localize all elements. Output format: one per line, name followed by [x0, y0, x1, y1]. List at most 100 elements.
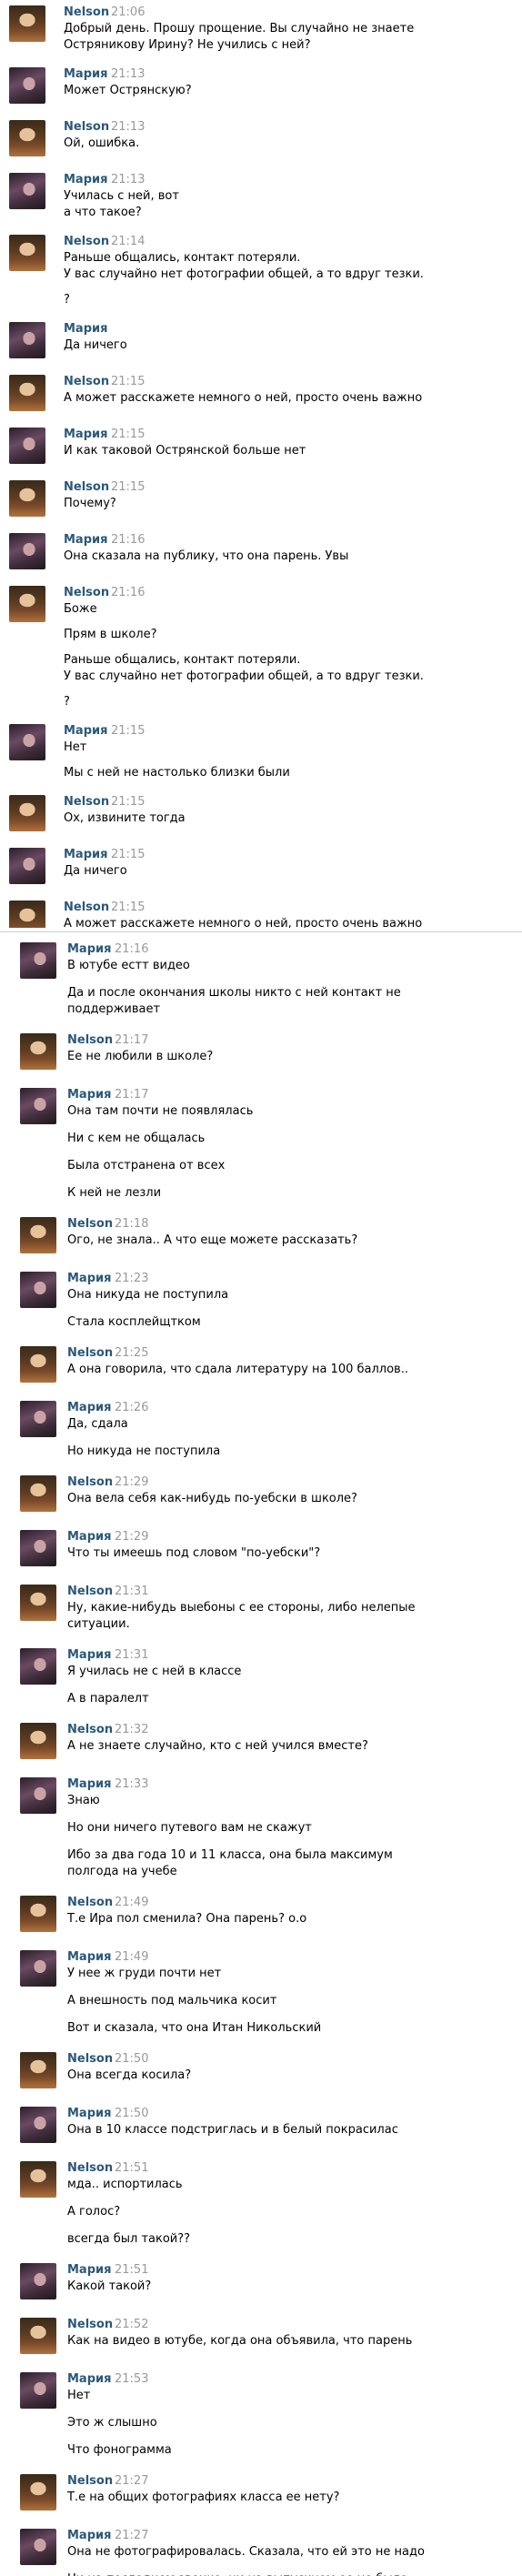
nelson-avatar[interactable] [20, 1475, 56, 1512]
sender-name[interactable]: Мария [67, 1777, 111, 1791]
sender-name[interactable]: Nelson [67, 1475, 113, 1489]
nelson-avatar[interactable] [20, 1217, 56, 1253]
sender-name[interactable]: Мария [64, 428, 107, 441]
sender-name[interactable]: Nelson [67, 1723, 113, 1736]
sender-name[interactable]: Мария [64, 848, 107, 861]
sender-name[interactable]: Nelson [67, 1585, 113, 1598]
message-text: Да и после окончания школы никто с ней к… [67, 986, 401, 1000]
sender-name[interactable]: Мария [67, 1272, 111, 1285]
sender-name[interactable]: Nelson [64, 480, 109, 494]
maria-avatar[interactable] [9, 67, 45, 104]
maria-avatar[interactable] [20, 1272, 56, 1308]
message-time: 21:32 [115, 1723, 149, 1736]
message-text: А внешность под мальчика косит [67, 1994, 277, 2007]
message-time: 21:26 [115, 1401, 149, 1414]
maria-avatar[interactable] [20, 1950, 56, 1987]
message-time: 21:16 [111, 586, 146, 599]
sender-name[interactable]: Nelson [64, 586, 109, 599]
sender-name[interactable]: Мария [67, 1950, 111, 1964]
maria-avatar[interactable] [9, 848, 45, 884]
sender-name[interactable]: Nelson [64, 901, 109, 914]
message-time: 21:50 [115, 2052, 149, 2066]
message-time: 21:31 [115, 1648, 149, 1662]
sender-name[interactable]: Мария [67, 1530, 111, 1544]
maria-avatar[interactable] [20, 2263, 56, 2299]
sender-name[interactable]: Мария [67, 2263, 111, 2277]
message-text: Ее не любили в школе? [67, 1050, 214, 1063]
nelson-avatar[interactable] [9, 120, 45, 156]
nelson-avatar[interactable] [20, 1585, 56, 1621]
maria-avatar[interactable] [9, 173, 45, 209]
message-text: всегда был такой?? [67, 2232, 191, 2246]
maria-avatar[interactable] [20, 1401, 56, 1437]
message-text: Добрый день. Прошу прощение. Вы случайно… [64, 22, 415, 35]
maria-avatar[interactable] [20, 2372, 56, 2409]
nelson-avatar[interactable] [20, 1723, 56, 1759]
sender-name[interactable]: Мария [67, 1088, 111, 1102]
sender-name[interactable]: Мария [67, 2372, 111, 2386]
maria-avatar[interactable] [9, 724, 45, 760]
sender-name[interactable]: Мария [67, 1401, 111, 1414]
maria-avatar[interactable] [9, 428, 45, 464]
maria-avatar[interactable] [9, 322, 45, 358]
message-time: 21:16 [111, 533, 146, 547]
message-time: 21:16 [115, 942, 149, 956]
nelson-avatar[interactable] [20, 1033, 56, 1070]
message-time: 21:49 [115, 1950, 149, 1964]
message-text: Вот и сказала, что она Итан Никольский [67, 2021, 322, 2035]
sender-name[interactable]: Мария [64, 322, 107, 336]
message-time: 21:33 [115, 1777, 149, 1791]
maria-avatar[interactable] [20, 1777, 56, 1814]
nelson-avatar[interactable] [9, 480, 45, 517]
nelson-avatar[interactable] [9, 901, 45, 928]
message-time: 21:15 [111, 375, 146, 388]
sender-name[interactable]: Мария [67, 2107, 111, 2120]
sender-name[interactable]: Nelson [67, 1896, 113, 1909]
sender-name[interactable]: Nelson [64, 795, 109, 809]
nelson-avatar[interactable] [9, 5, 45, 42]
message-text: Она всегда косила? [67, 2068, 192, 2082]
message-time: 21:51 [115, 2161, 149, 2175]
message-text: Стала косплейщтком [67, 1315, 201, 1329]
nelson-avatar[interactable] [9, 795, 45, 831]
nelson-avatar[interactable] [9, 586, 45, 622]
sender-name[interactable]: Nelson [67, 2474, 113, 2488]
nelson-avatar[interactable] [20, 2161, 56, 2198]
nelson-avatar[interactable] [20, 1896, 56, 1932]
sender-name[interactable]: Nelson [67, 2318, 113, 2331]
maria-avatar[interactable] [20, 942, 56, 979]
maria-avatar[interactable] [9, 533, 45, 569]
maria-avatar[interactable] [20, 1648, 56, 1685]
sender-name[interactable]: Nelson [64, 375, 109, 388]
maria-avatar[interactable] [20, 1530, 56, 1566]
maria-avatar[interactable] [20, 2529, 56, 2565]
sender-name[interactable]: Мария [64, 173, 107, 186]
sender-name[interactable]: Мария [67, 942, 111, 956]
message-text: У нее ж груди почти нет [67, 1967, 222, 1980]
sender-name[interactable]: Nelson [67, 2052, 113, 2066]
message-text: ? [64, 293, 70, 307]
sender-name[interactable]: Nelson [64, 120, 109, 134]
maria-avatar[interactable] [20, 2107, 56, 2143]
sender-name[interactable]: Nelson [67, 2161, 113, 2175]
nelson-avatar[interactable] [20, 2052, 56, 2088]
nelson-avatar[interactable] [20, 2318, 56, 2354]
message-text: Она вела себя как-нибудь по-уебски в шко… [67, 1492, 357, 1505]
sender-name[interactable]: Мария [64, 67, 107, 81]
sender-name[interactable]: Мария [64, 724, 107, 738]
sender-name[interactable]: Мария [67, 2529, 111, 2542]
sender-name[interactable]: Мария [67, 1648, 111, 1662]
nelson-avatar[interactable] [9, 235, 45, 271]
nelson-avatar[interactable] [20, 2474, 56, 2511]
sender-name[interactable]: Nelson [67, 1217, 113, 1231]
sender-name[interactable]: Nelson [67, 1346, 113, 1360]
sender-name[interactable]: Мария [64, 533, 107, 547]
nelson-avatar[interactable] [20, 1346, 56, 1383]
sender-name[interactable]: Nelson [64, 235, 109, 248]
message-text: А не знаете случайно, кто с ней учился в… [67, 1739, 368, 1753]
message-text: Но никуда не поступила [67, 1444, 221, 1458]
nelson-avatar[interactable] [9, 375, 45, 411]
maria-avatar[interactable] [20, 1088, 56, 1124]
sender-name[interactable]: Nelson [64, 5, 109, 19]
sender-name[interactable]: Nelson [67, 1033, 113, 1047]
